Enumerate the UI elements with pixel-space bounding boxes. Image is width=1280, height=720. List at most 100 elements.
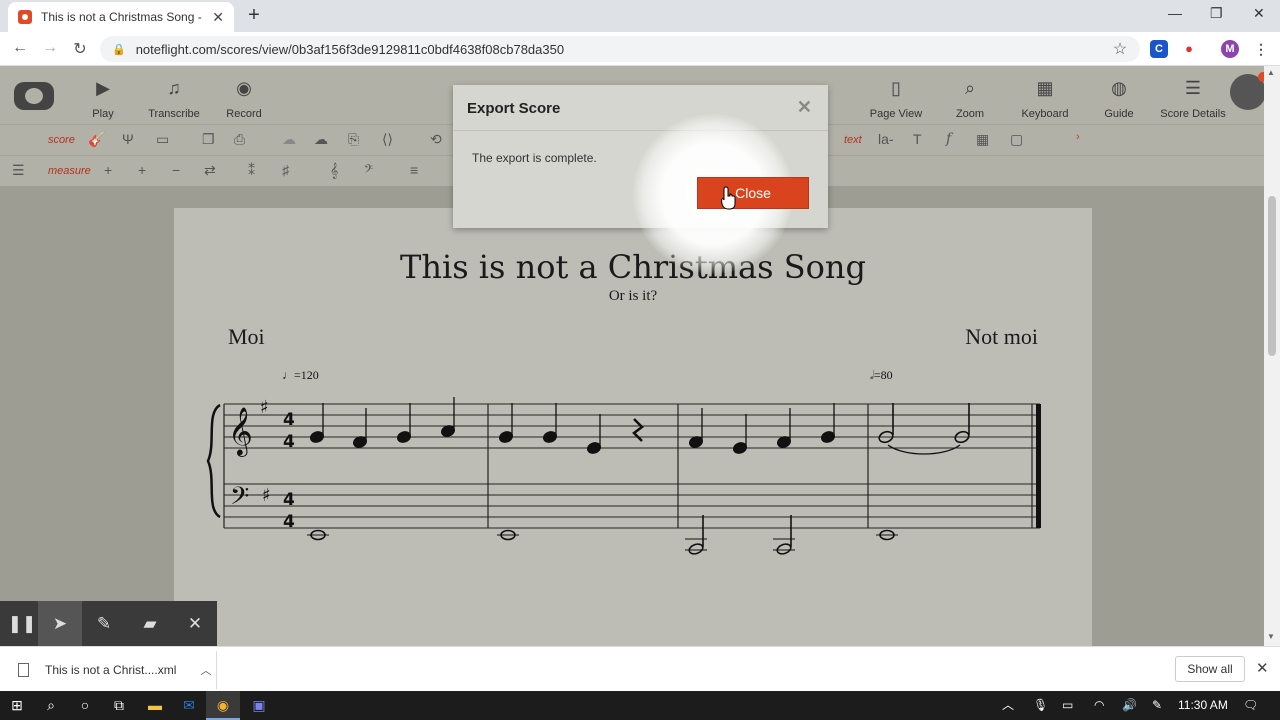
url-field[interactable]: 🔒 noteflight.com/scores/view/0b3af156f3d… xyxy=(100,36,1140,62)
notifications-icon[interactable]: 🗨 xyxy=(1243,691,1258,720)
score-setup-icon[interactable]: ▭ xyxy=(156,131,169,148)
zoom-icon: ⌕ xyxy=(964,78,976,98)
lyric-tool[interactable]: la- xyxy=(878,131,894,147)
tempo-marking-2[interactable]: 𝅗𝅥=80 xyxy=(870,368,893,383)
teams-icon[interactable]: ▣ xyxy=(242,691,276,720)
text-tool[interactable]: T xyxy=(913,131,922,147)
score-subtitle[interactable]: Or is it? xyxy=(174,288,1092,305)
restore-icon[interactable]: ❐ xyxy=(1210,5,1223,22)
volume-icon[interactable]: 🔊 xyxy=(1122,691,1137,720)
key-signature-icon[interactable]: ♯ xyxy=(282,162,289,178)
close-window-icon[interactable]: ✕ xyxy=(1253,5,1265,22)
score-details-button[interactable]: ☰ Score Details xyxy=(1153,76,1233,120)
more-right-icon[interactable]: › xyxy=(1076,131,1080,143)
repeat-icon[interactable]: ⇄ xyxy=(204,162,216,179)
close-button[interactable]: Close xyxy=(697,177,809,209)
pen-tray-icon[interactable]: ✎ xyxy=(1152,691,1162,720)
minimize-icon[interactable]: — xyxy=(1168,5,1182,21)
forward-icon[interactable]: → xyxy=(40,39,60,57)
barline-icon[interactable]: ≡ xyxy=(410,162,418,178)
print-icon[interactable]: ⎙ xyxy=(234,131,245,148)
scroll-up-icon[interactable]: ▲ xyxy=(1267,68,1275,77)
measure-4-treble-notes[interactable] xyxy=(878,403,971,455)
transcribe-icon: ♫ xyxy=(167,78,181,98)
copy-score-icon[interactable]: ❐ xyxy=(202,131,215,148)
bookmark-star-icon[interactable]: ☆ xyxy=(1110,39,1130,59)
microphone-icon[interactable]: 🎙 xyxy=(1033,691,1048,720)
tuning-fork-icon[interactable]: Ψ xyxy=(122,131,134,147)
music-staff-system[interactable]: 𝄞 𝄢 ♯ ♯ 44 44 xyxy=(204,383,1054,583)
score-workspace[interactable]: This is not a Christmas Song Or is it? M… xyxy=(0,186,1264,648)
task-view-icon[interactable]: ⧉ xyxy=(102,691,136,720)
tempo-marking-1[interactable]: ♩=120 xyxy=(282,368,319,383)
pen-icon[interactable]: ✎ xyxy=(82,601,126,646)
measure-1-treble-notes[interactable] xyxy=(309,397,456,449)
keyboard-button[interactable]: ▦ Keyboard xyxy=(1005,76,1085,120)
time-signature-icon[interactable]: ⁑ xyxy=(248,162,255,179)
windows-start-icon[interactable]: ⊞ xyxy=(0,691,34,720)
add-measure-icon[interactable]: + xyxy=(104,162,112,178)
profile-avatar[interactable]: M xyxy=(1221,40,1239,58)
clock[interactable]: 11:30 AM xyxy=(1178,691,1228,720)
transcribe-button[interactable]: ♫ Transcribe xyxy=(134,76,214,120)
scroll-down-icon[interactable]: ▼ xyxy=(1267,632,1275,641)
history-icon[interactable]: ⟲ xyxy=(430,131,442,148)
user-avatar[interactable] xyxy=(1230,72,1268,110)
composer-right[interactable]: Not moi xyxy=(965,324,1038,350)
browser-menu-icon[interactable]: ⋮ xyxy=(1252,40,1270,58)
close-tab-icon[interactable]: ✕ xyxy=(212,9,224,26)
hamburger-menu-icon[interactable]: ☰ xyxy=(12,162,25,179)
dialog-close-icon[interactable]: ✕ xyxy=(797,97,812,118)
new-tab-button[interactable]: + xyxy=(244,4,264,27)
chord-diagram-icon[interactable]: ▦ xyxy=(976,131,989,148)
scrollbar-thumb[interactable] xyxy=(1268,196,1276,356)
wifi-icon[interactable]: ◠ xyxy=(1094,691,1104,720)
bass-notes[interactable] xyxy=(307,515,898,556)
close-annotation-icon[interactable]: ✕ xyxy=(173,601,217,646)
cortana-icon[interactable]: ○ xyxy=(68,691,102,720)
download-item[interactable]: This is not a Christ....xml ︿ xyxy=(18,657,214,683)
vertical-scrollbar[interactable]: ▲ ▼ xyxy=(1264,66,1280,646)
outlook-icon[interactable]: ✉ xyxy=(172,691,206,720)
browser-tab[interactable]: This is not a Christmas Song - Notefligh… xyxy=(8,2,234,32)
close-downloads-icon[interactable]: ✕ xyxy=(1256,659,1269,677)
eraser-icon[interactable]: ▰ xyxy=(128,601,172,646)
extension-c-icon[interactable]: C xyxy=(1150,40,1168,58)
dynamics-tool[interactable]: f xyxy=(946,131,951,147)
reload-icon[interactable]: ↻ xyxy=(70,39,90,59)
bass-clef-icon[interactable]: 𝄢 xyxy=(364,162,373,179)
score-title[interactable]: This is not a Christmas Song xyxy=(174,248,1092,286)
embed-icon[interactable]: ⟨⟩ xyxy=(382,131,393,148)
chevron-up-icon[interactable]: ︿ xyxy=(200,662,211,678)
zoom-button[interactable]: ⌕ Zoom xyxy=(930,76,1010,120)
guide-button[interactable]: ◍ Guide xyxy=(1079,76,1159,120)
remove-measure-icon[interactable]: − xyxy=(172,162,180,178)
pointer-icon[interactable]: ➤ xyxy=(38,601,82,646)
extension-record-icon[interactable]: ● xyxy=(1180,40,1198,58)
composer-left[interactable]: Moi xyxy=(228,324,265,350)
battery-icon[interactable]: ▭ xyxy=(1062,691,1073,720)
cloud-download-icon[interactable]: ☁ xyxy=(314,131,328,148)
measure-2-treble-notes[interactable] xyxy=(498,403,644,455)
file-explorer-icon[interactable]: ▬ xyxy=(138,691,172,720)
cloud-upload-icon[interactable]: ☁ xyxy=(282,131,296,148)
instrument-icon[interactable]: 🎸 xyxy=(88,131,105,148)
noteflight-logo[interactable] xyxy=(14,82,54,110)
search-icon[interactable]: ⌕ xyxy=(34,691,68,720)
treble-clef-icon[interactable]: 𝄞 xyxy=(330,162,338,179)
barlines xyxy=(223,404,1033,528)
export-icon[interactable]: ⎘ xyxy=(348,131,359,148)
rehearsal-mark-icon[interactable]: ▢ xyxy=(1010,131,1023,148)
page-view-button[interactable]: ▯ Page View xyxy=(856,76,936,120)
record-button[interactable]: ◉ Record xyxy=(204,76,284,120)
tab-title: This is not a Christmas Song - Notefligh… xyxy=(41,10,206,24)
show-all-button[interactable]: Show all xyxy=(1175,656,1245,682)
back-icon[interactable]: ← xyxy=(10,39,30,57)
guide-icon: ◍ xyxy=(1111,78,1127,98)
tray-chevron-icon[interactable]: ︿ xyxy=(1002,691,1014,720)
score-page[interactable]: This is not a Christmas Song Or is it? M… xyxy=(174,208,1092,648)
measure-3-treble-notes[interactable] xyxy=(688,403,836,455)
play-button[interactable]: ▶ Play xyxy=(63,76,143,120)
chrome-icon[interactable]: ◉ xyxy=(206,691,240,720)
insert-measure-icon[interactable]: + xyxy=(138,162,146,178)
